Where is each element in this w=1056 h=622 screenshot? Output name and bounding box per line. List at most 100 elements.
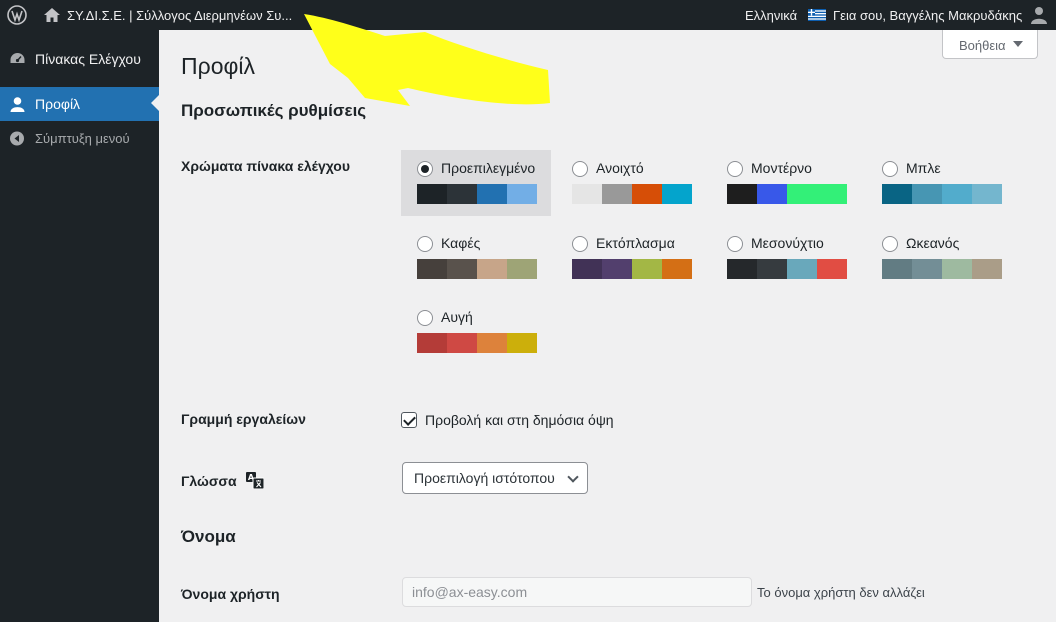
toolbar-checkbox-label[interactable]: Προβολή και στη δημόσια όψη <box>425 412 614 428</box>
color-scheme-option[interactable]: Μοντέρνο <box>711 150 861 216</box>
sidebar-collapse-button[interactable]: Σύμπτυξη μενού <box>0 121 159 155</box>
chevron-down-icon <box>567 471 579 483</box>
color-scheme-swatches <box>572 184 692 204</box>
color-swatch <box>912 184 942 204</box>
color-scheme-radio[interactable] <box>417 235 433 252</box>
caret-down-icon <box>1013 41 1023 47</box>
section-heading-name: Όνομα <box>181 527 236 546</box>
color-scheme-swatches <box>882 184 1002 204</box>
color-swatch <box>787 258 817 279</box>
color-swatch <box>757 184 787 204</box>
wordpress-logo-icon[interactable] <box>7 5 27 25</box>
color-swatch <box>477 333 507 353</box>
user-avatar-icon[interactable] <box>1031 6 1047 24</box>
color-scheme-radio[interactable] <box>417 161 433 177</box>
color-scheme-option[interactable]: Καφές <box>401 225 551 291</box>
color-swatch <box>602 184 632 204</box>
toolbar-checkbox[interactable] <box>401 412 417 428</box>
language-select[interactable]: Προεπιλογή ιστότοπου <box>402 462 588 494</box>
color-swatch <box>942 184 972 204</box>
username-input[interactable] <box>402 577 752 607</box>
collapse-icon <box>10 131 24 146</box>
color-swatch <box>972 184 1002 204</box>
color-scheme-name[interactable]: Ανοιχτό <box>596 160 644 176</box>
color-swatch <box>507 184 537 204</box>
color-scheme-label: Χρώματα πίνακα ελέγχου <box>181 158 350 174</box>
color-scheme-radio[interactable] <box>882 161 898 177</box>
color-scheme-swatches <box>417 333 537 353</box>
color-scheme-radio[interactable] <box>727 161 743 177</box>
color-scheme-swatches <box>417 184 537 204</box>
color-swatch <box>817 258 847 279</box>
color-scheme-option[interactable]: Ωκεανός <box>866 225 1016 291</box>
color-scheme-radio[interactable] <box>572 161 588 177</box>
color-swatch <box>447 184 477 204</box>
color-scheme-name[interactable]: Μεσονύχτιο <box>751 235 824 251</box>
user-greeting[interactable]: Γεια σου, Βαγγέλης Μακρυδάκης <box>833 8 1022 23</box>
color-scheme-radio[interactable] <box>727 235 743 252</box>
color-swatch <box>912 258 942 279</box>
color-swatch <box>477 184 507 204</box>
color-swatch <box>602 258 632 279</box>
color-scheme-radio[interactable] <box>882 235 898 252</box>
color-scheme-swatches <box>882 258 1002 279</box>
language-row-label: Γλώσσα A <box>181 472 264 489</box>
color-scheme-name[interactable]: Εκτόπλασμα <box>596 235 675 251</box>
color-scheme-radio[interactable] <box>417 310 433 326</box>
color-swatch <box>572 258 602 279</box>
color-swatch <box>572 184 602 204</box>
color-swatch <box>882 184 912 204</box>
language-switcher[interactable]: Ελληνικά <box>745 8 797 23</box>
sidebar-item-label: Προφίλ <box>35 96 81 112</box>
color-scheme-option[interactable]: Μπλε <box>866 150 1016 216</box>
color-scheme-option[interactable]: Ανοιχτό <box>556 150 706 216</box>
color-scheme-name[interactable]: Προεπιλεγμένο <box>441 160 535 176</box>
color-swatch <box>632 184 662 204</box>
language-label-text: Γλώσσα <box>181 473 237 489</box>
color-scheme-radio[interactable] <box>572 235 588 252</box>
color-scheme-name[interactable]: Ωκεανός <box>906 235 959 251</box>
translation-icon: A <box>245 472 264 489</box>
color-swatch <box>447 333 477 353</box>
dashboard-icon <box>10 53 25 63</box>
color-scheme-name[interactable]: Καφές <box>441 235 480 251</box>
color-scheme-swatches <box>572 258 692 279</box>
username-description: Το όνομα χρήστη δεν αλλάζει <box>757 585 925 600</box>
color-scheme-option[interactable]: Εκτόπλασμα <box>556 225 706 291</box>
color-swatch <box>662 184 692 204</box>
user-icon <box>10 97 25 112</box>
highlighter-annotation <box>304 14 550 106</box>
sidebar-item-dashboard[interactable]: Πίνακας Ελέγχου <box>0 42 159 76</box>
color-swatch <box>727 258 757 279</box>
language-select-value: Προεπιλογή ιστότοπου <box>414 470 555 486</box>
help-label: Βοήθεια <box>959 38 1006 53</box>
color-swatch <box>417 333 447 353</box>
color-swatch <box>417 184 447 204</box>
color-swatch <box>727 184 757 204</box>
admin-sidebar: Πίνακας Ελέγχου Προφίλ Σύμπτυξη μενού <box>0 30 159 622</box>
color-swatch <box>507 333 537 353</box>
color-swatch <box>507 258 537 279</box>
color-swatch <box>817 184 847 204</box>
color-scheme-swatches <box>727 258 847 279</box>
color-scheme-name[interactable]: Μοντέρνο <box>751 160 812 176</box>
color-scheme-option[interactable]: Μεσονύχτιο <box>711 225 861 291</box>
color-swatch <box>972 258 1002 279</box>
toolbar-label: Γραμμή εργαλείων <box>181 411 306 427</box>
color-swatch <box>942 258 972 279</box>
page-title: Προφίλ <box>181 53 256 79</box>
color-scheme-swatches <box>727 184 847 204</box>
help-tab-button[interactable]: Βοήθεια <box>942 30 1038 59</box>
color-swatch <box>417 258 447 279</box>
color-scheme-name[interactable]: Αυγή <box>441 309 473 325</box>
sidebar-item-profile[interactable]: Προφίλ <box>0 87 159 121</box>
site-name-link[interactable]: ΣΥ.ΔΙ.Σ.Ε. | Σύλλογος Διερμηνέων Συ... <box>67 8 292 23</box>
color-scheme-name[interactable]: Μπλε <box>906 160 941 176</box>
color-swatch <box>477 258 507 279</box>
color-swatch <box>757 258 787 279</box>
color-swatch <box>632 258 662 279</box>
home-icon[interactable] <box>43 7 61 23</box>
color-scheme-option[interactable]: Προεπιλεγμένο <box>401 150 551 216</box>
greek-flag-icon[interactable] <box>808 9 826 21</box>
color-scheme-option[interactable]: Αυγή <box>401 299 551 365</box>
